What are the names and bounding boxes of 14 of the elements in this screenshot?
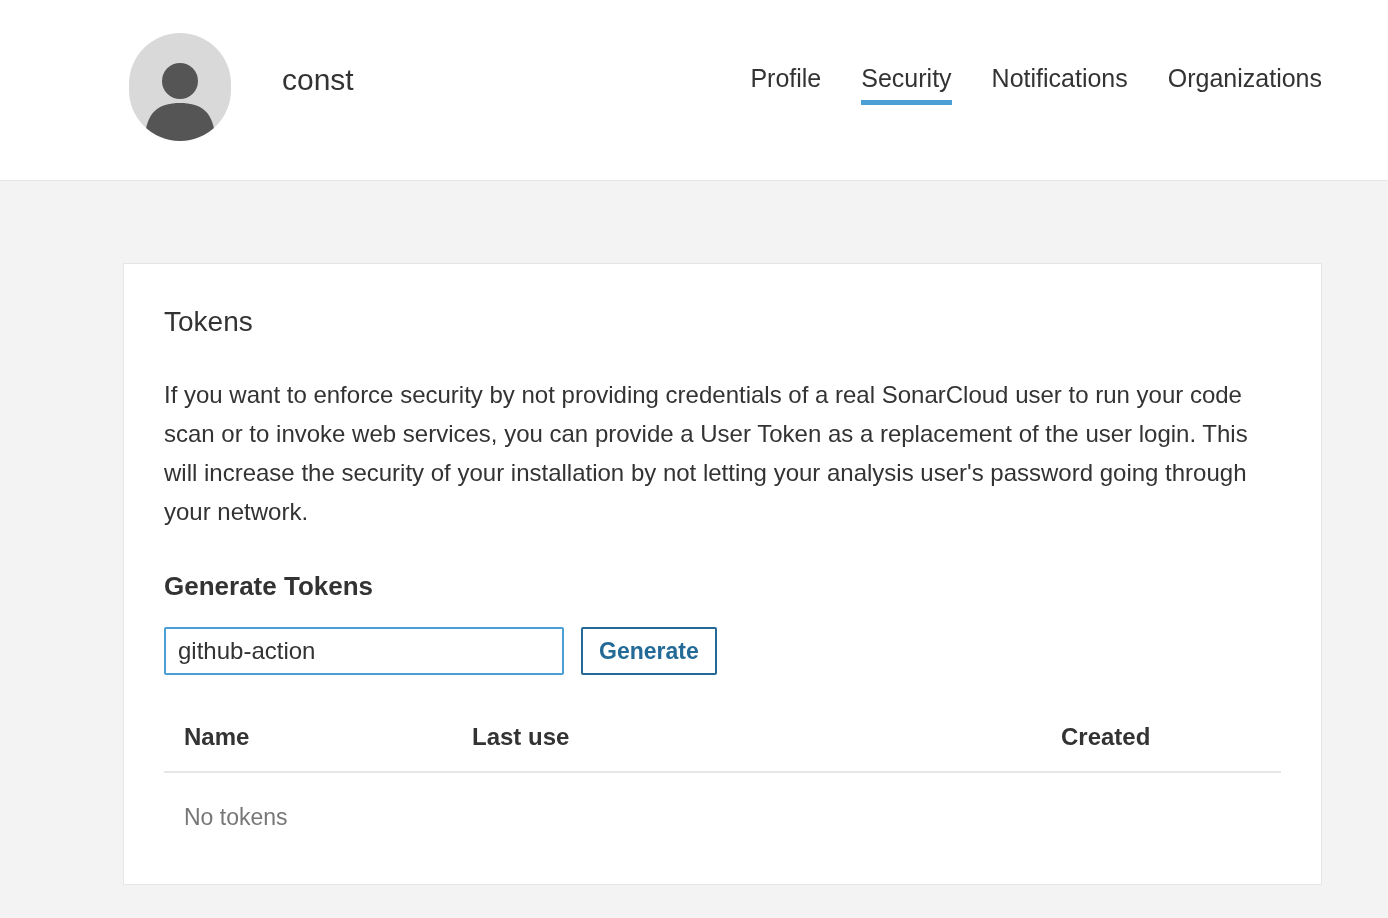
nav-tab[interactable]: Organizations <box>1167 60 1322 105</box>
generate-tokens-title: Generate Tokens <box>164 570 375 603</box>
column-header: Name <box>184 723 250 750</box>
username: const <box>282 62 354 98</box>
nav-tab[interactable]: Security <box>861 60 952 105</box>
token-name-input[interactable]: github-action <box>164 627 564 675</box>
column-header: Created <box>1061 723 1151 750</box>
section-title: Tokens <box>164 305 254 339</box>
tokens-description: If you want to enforce security by not providing credentials of a real SonarCloud user to run your code scan or to invoke web services, you can provide a User Token as a replacement of the user login. This will increase the security of your installation by not letting your analysis user's password going through your network. <box>164 380 1249 527</box>
nav-tab[interactable]: Profile <box>750 60 822 105</box>
generate-button[interactable]: Generate <box>581 627 717 675</box>
column-header: Last use <box>472 723 570 750</box>
empty-table-message: No tokens <box>184 804 288 830</box>
nav-tab[interactable]: Notifications <box>991 60 1128 105</box>
